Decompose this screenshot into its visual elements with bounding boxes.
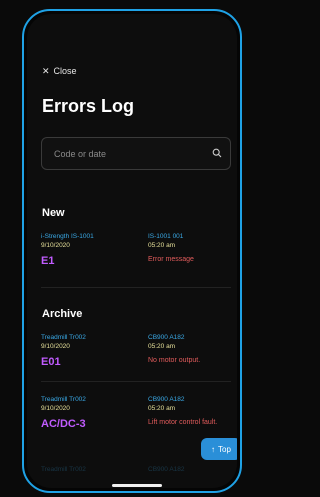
search-box[interactable]	[41, 137, 231, 170]
error-message: No motor output.	[148, 357, 201, 364]
close-icon: ✕	[42, 66, 50, 76]
device-name: i-Strength IS-1001	[41, 233, 94, 240]
serial-number: CB900 A182	[148, 334, 185, 341]
page-title: Errors Log	[42, 96, 135, 116]
divider	[41, 287, 231, 288]
error-date: 9/10/2020	[41, 343, 70, 350]
divider	[41, 381, 231, 382]
error-message: Lift motor control fault.	[148, 419, 218, 426]
close-button[interactable]: ✕ Close	[42, 66, 77, 77]
close-label: Close	[53, 66, 77, 76]
serial-number: CB900 A182	[148, 396, 185, 403]
error-code: E1	[41, 255, 55, 267]
search-icon[interactable]	[212, 148, 222, 158]
error-time: 05:20 am	[148, 242, 176, 249]
error-date: 9/10/2020	[41, 242, 70, 249]
device-name: Treadmill Tr002	[41, 466, 86, 473]
error-code: E01	[41, 356, 61, 368]
error-message: Error message	[148, 256, 194, 263]
scroll-to-top-button[interactable]: ↑ Top	[201, 438, 237, 460]
screen: ✕Close Errors Log New i-Strength IS-1001…	[27, 14, 237, 488]
phone-frame: ✕Close Errors Log New i-Strength IS-1001…	[22, 9, 242, 493]
error-date: 9/10/2020	[41, 405, 70, 412]
section-archive-heading: Archive	[42, 308, 83, 320]
error-time: 05:20 am	[148, 405, 176, 412]
top-button-label: Top	[218, 444, 231, 454]
error-code: AC/DC-3	[41, 418, 86, 430]
error-time: 05:20 am	[148, 343, 176, 350]
device-name: Treadmill Tr002	[41, 396, 86, 403]
home-indicator	[112, 484, 162, 487]
arrow-up-icon: ↑	[211, 444, 216, 454]
device-name: Treadmill Tr002	[41, 334, 86, 341]
serial-number: IS-1001 001	[148, 233, 184, 240]
search-input[interactable]	[54, 138, 204, 169]
section-new-heading: New	[42, 207, 65, 219]
serial-number: CB900 A182	[148, 466, 185, 473]
